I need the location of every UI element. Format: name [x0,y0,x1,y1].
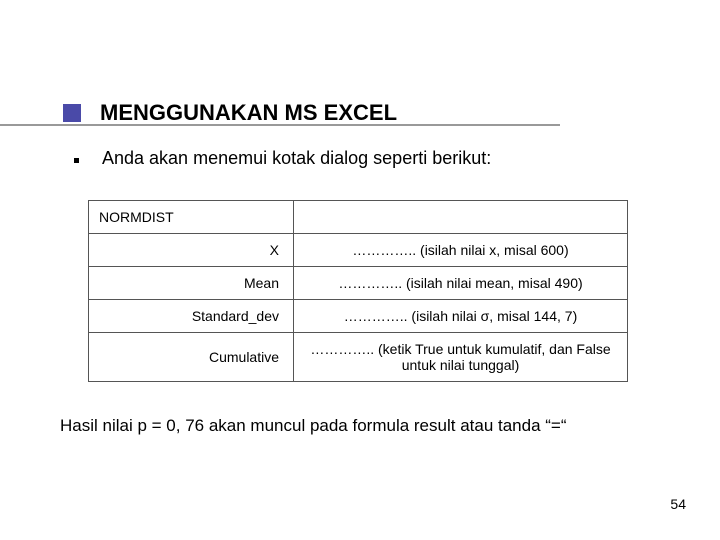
result-text: Hasil nilai p = 0, 76 akan muncul pada f… [60,416,567,436]
bullet-item: Anda akan menemui kotak dialog seperti b… [74,148,680,169]
table-row: Standard_dev ………….. (isilah nilai σ, mis… [89,300,628,333]
param-value: ………….. (ketik True untuk kumulatif, dan … [294,333,628,382]
param-label: Cumulative [89,333,294,382]
normdist-table: NORMDIST X ………….. (isilah nilai x, misal… [88,200,628,382]
slide-title: MENGGUNAKAN MS EXCEL [100,100,397,126]
table-header-label: NORMDIST [89,201,294,234]
param-value: ………….. (isilah nilai mean, misal 490) [294,267,628,300]
param-label: Mean [89,267,294,300]
param-value: ………….. (isilah nilai x, misal 600) [294,234,628,267]
bullet-dot-icon [74,158,79,163]
table-header-value [294,201,628,234]
param-label: Standard_dev [89,300,294,333]
table-row: X ………….. (isilah nilai x, misal 600) [89,234,628,267]
title-block: MENGGUNAKAN MS EXCEL [0,100,720,128]
page-number: 54 [670,496,686,512]
table-row: Mean ………….. (isilah nilai mean, misal 49… [89,267,628,300]
slide: MENGGUNAKAN MS EXCEL Anda akan menemui k… [0,0,720,540]
param-value: ………….. (isilah nilai σ, misal 144, 7) [294,300,628,333]
bullet-text: Anda akan menemui kotak dialog seperti b… [102,148,680,169]
table-header-row: NORMDIST [89,201,628,234]
table-row: Cumulative ………….. (ketik True untuk kumu… [89,333,628,382]
title-square-icon [63,104,81,122]
param-label: X [89,234,294,267]
